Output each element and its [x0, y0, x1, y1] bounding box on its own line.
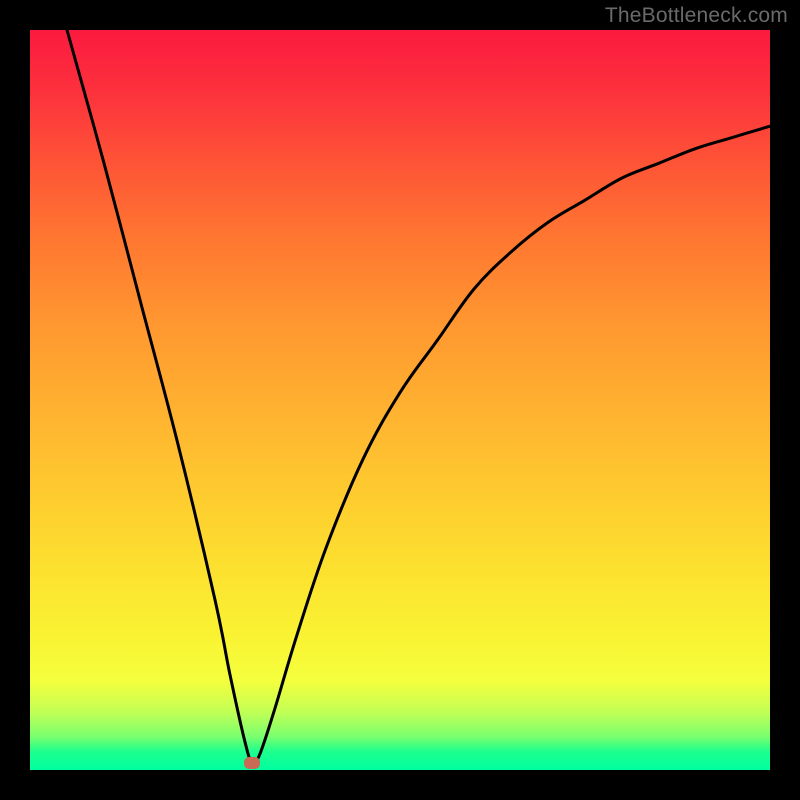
plot-area	[30, 30, 770, 770]
chart-frame: TheBottleneck.com	[0, 0, 800, 800]
watermark-text: TheBottleneck.com	[605, 4, 788, 28]
bottleneck-curve	[30, 30, 770, 770]
optimum-marker	[244, 757, 260, 769]
